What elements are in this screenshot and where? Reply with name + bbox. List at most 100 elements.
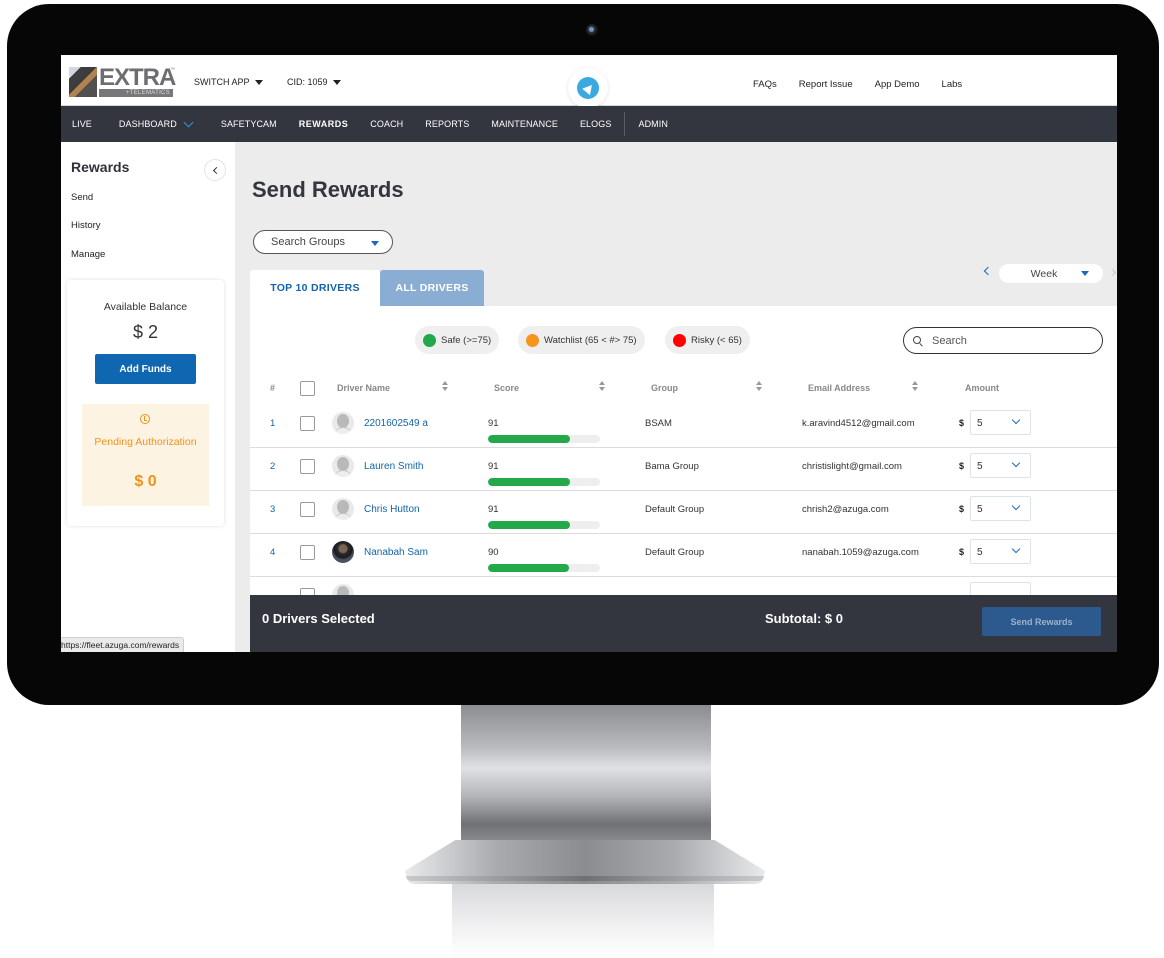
- balance-card: Available Balance $ 2 Add Funds Pending …: [67, 280, 224, 526]
- green-dot-icon: [423, 333, 436, 347]
- row-checkbox[interactable]: [300, 502, 315, 517]
- rewards-sidebar: Rewards Send History Manage Available Ba…: [61, 142, 235, 652]
- cid-dropdown[interactable]: CID: 1059: [287, 77, 341, 87]
- driver-name-link[interactable]: 2201602549 a: [364, 418, 428, 429]
- email-address: chrish2@azuga.com: [802, 504, 889, 515]
- currency-symbol: $: [959, 418, 965, 428]
- caret-down-icon: [371, 241, 379, 246]
- nav-dashboard[interactable]: DASHBOARD: [103, 106, 203, 142]
- driver-name-link[interactable]: Lauren Smith: [364, 461, 423, 472]
- col-email[interactable]: Email Address: [808, 383, 870, 393]
- amount-value: 5: [977, 547, 983, 558]
- faqs-link[interactable]: FAQs: [753, 79, 777, 90]
- driver-name-link[interactable]: Nanabah Sam: [364, 547, 428, 558]
- nav-safetycam[interactable]: SAFETYCAM: [203, 106, 288, 142]
- avatar: [332, 541, 354, 563]
- sidebar-item-manage[interactable]: Manage: [71, 249, 105, 260]
- search-groups-dropdown[interactable]: Search Groups: [253, 230, 393, 254]
- collapse-sidebar-button[interactable]: [204, 159, 226, 181]
- red-dot-icon: [673, 333, 686, 347]
- currency-symbol: $: [959, 547, 965, 557]
- col-driver-name[interactable]: Driver Name: [337, 383, 390, 393]
- col-score[interactable]: Score: [494, 383, 519, 393]
- amount-dropdown[interactable]: 5: [970, 539, 1031, 564]
- nav-live[interactable]: LIVE: [61, 106, 103, 142]
- row-rank: 1: [270, 418, 276, 429]
- sort-icon[interactable]: [912, 381, 918, 392]
- top-header: EXTRA ™ +TELEMATICS SWITCH APP CID: 1059…: [61, 55, 1117, 108]
- row-rank: 3: [270, 504, 276, 515]
- previous-period-icon[interactable]: [983, 266, 993, 276]
- score-bar: [488, 435, 600, 443]
- search-icon: [913, 335, 923, 346]
- table-row: 2 Lauren Smith 91 Bama Group christislight@g…: [250, 448, 1117, 491]
- row-checkbox[interactable]: [300, 459, 315, 474]
- amount-dropdown[interactable]: 5: [970, 453, 1031, 478]
- legend-safe-label: Safe (>=75): [441, 334, 492, 346]
- currency-symbol: $: [959, 504, 965, 514]
- nav-elogs[interactable]: ELOGS: [569, 106, 623, 142]
- nav-reports[interactable]: REPORTS: [414, 106, 480, 142]
- app-demo-link[interactable]: App Demo: [875, 79, 920, 90]
- nav-maintenance[interactable]: MAINTENANCE: [480, 106, 569, 142]
- tab-all-drivers[interactable]: ALL DRIVERS: [380, 270, 484, 306]
- caret-down-icon: [254, 79, 263, 85]
- nav-coach[interactable]: COACH: [359, 106, 414, 142]
- search-input[interactable]: [932, 334, 1092, 347]
- send-rewards-button[interactable]: Send Rewards: [982, 607, 1101, 636]
- driver-search[interactable]: [903, 327, 1103, 354]
- rocket-icon: [581, 81, 596, 95]
- logo-trademark: ™: [170, 67, 175, 73]
- extra-telematics-logo[interactable]: EXTRA ™ +TELEMATICS: [69, 64, 176, 97]
- main-nav: LIVE DASHBOARD SAFETYCAM REWARDS COACH R…: [61, 106, 1117, 142]
- subtotal: Subtotal: $ 0: [765, 611, 844, 626]
- switch-app-dropdown[interactable]: SWITCH APP: [194, 77, 263, 87]
- chevron-down-icon: [1011, 458, 1021, 468]
- driver-name-link[interactable]: Chris Hutton: [364, 504, 420, 515]
- logo-mark-icon: [69, 67, 97, 97]
- add-funds-button[interactable]: Add Funds: [95, 354, 196, 384]
- switch-app-label: SWITCH APP: [194, 77, 250, 87]
- sort-icon[interactable]: [599, 381, 605, 392]
- row-checkbox[interactable]: [300, 545, 315, 560]
- report-issue-link[interactable]: Report Issue: [799, 79, 853, 90]
- chevron-down-icon: [183, 117, 194, 127]
- score-bar-fill: [488, 478, 570, 486]
- score-bar: [488, 564, 600, 572]
- table-header: # Driver Name Score Group Email Address …: [250, 378, 1117, 400]
- nav-admin[interactable]: ADMIN: [627, 106, 679, 142]
- tab-top-10-drivers[interactable]: TOP 10 DRIVERS: [250, 270, 380, 306]
- logo-word: EXTRA: [99, 64, 176, 91]
- score-bar-fill: [488, 521, 570, 529]
- available-balance-value: $ 2: [132, 322, 159, 342]
- caret-down-icon: [332, 79, 341, 85]
- sort-icon[interactable]: [442, 381, 448, 392]
- group-name: Default Group: [645, 504, 705, 515]
- col-rank: #: [270, 383, 276, 393]
- next-period-icon[interactable]: [1108, 268, 1117, 277]
- legend-watchlist-label: Watchlist (65 < #> 75): [544, 334, 637, 346]
- amount-dropdown[interactable]: 5: [970, 410, 1031, 435]
- status-url-tooltip: https://fleet.azuga.com/rewards: [61, 637, 185, 652]
- page-title: Send Rewards: [252, 177, 404, 202]
- amount-dropdown[interactable]: 5: [970, 496, 1031, 521]
- labs-link[interactable]: Labs: [942, 79, 963, 90]
- nav-rewards[interactable]: REWARDS: [288, 106, 360, 142]
- sort-icon[interactable]: [756, 381, 762, 392]
- group-name: Bama Group: [645, 461, 699, 472]
- col-group[interactable]: Group: [651, 383, 678, 393]
- cid-label: CID: 1059: [287, 77, 328, 87]
- avatar: [332, 412, 354, 434]
- sidebar-item-history[interactable]: History: [71, 220, 101, 231]
- row-checkbox[interactable]: [300, 416, 315, 431]
- quick-launch-button[interactable]: [568, 68, 608, 108]
- amount-value: 5: [977, 504, 983, 515]
- chevron-down-icon: [1011, 415, 1021, 425]
- sidebar-item-send[interactable]: Send: [71, 192, 93, 203]
- select-all-checkbox[interactable]: [300, 381, 315, 396]
- email-address: nanabah.1059@azuga.com: [802, 547, 919, 558]
- period-dropdown[interactable]: Week: [999, 264, 1103, 283]
- app-screen: EXTRA ™ +TELEMATICS SWITCH APP CID: 1059…: [61, 55, 1117, 652]
- avatar: [332, 498, 354, 520]
- nav-divider: [624, 112, 626, 136]
